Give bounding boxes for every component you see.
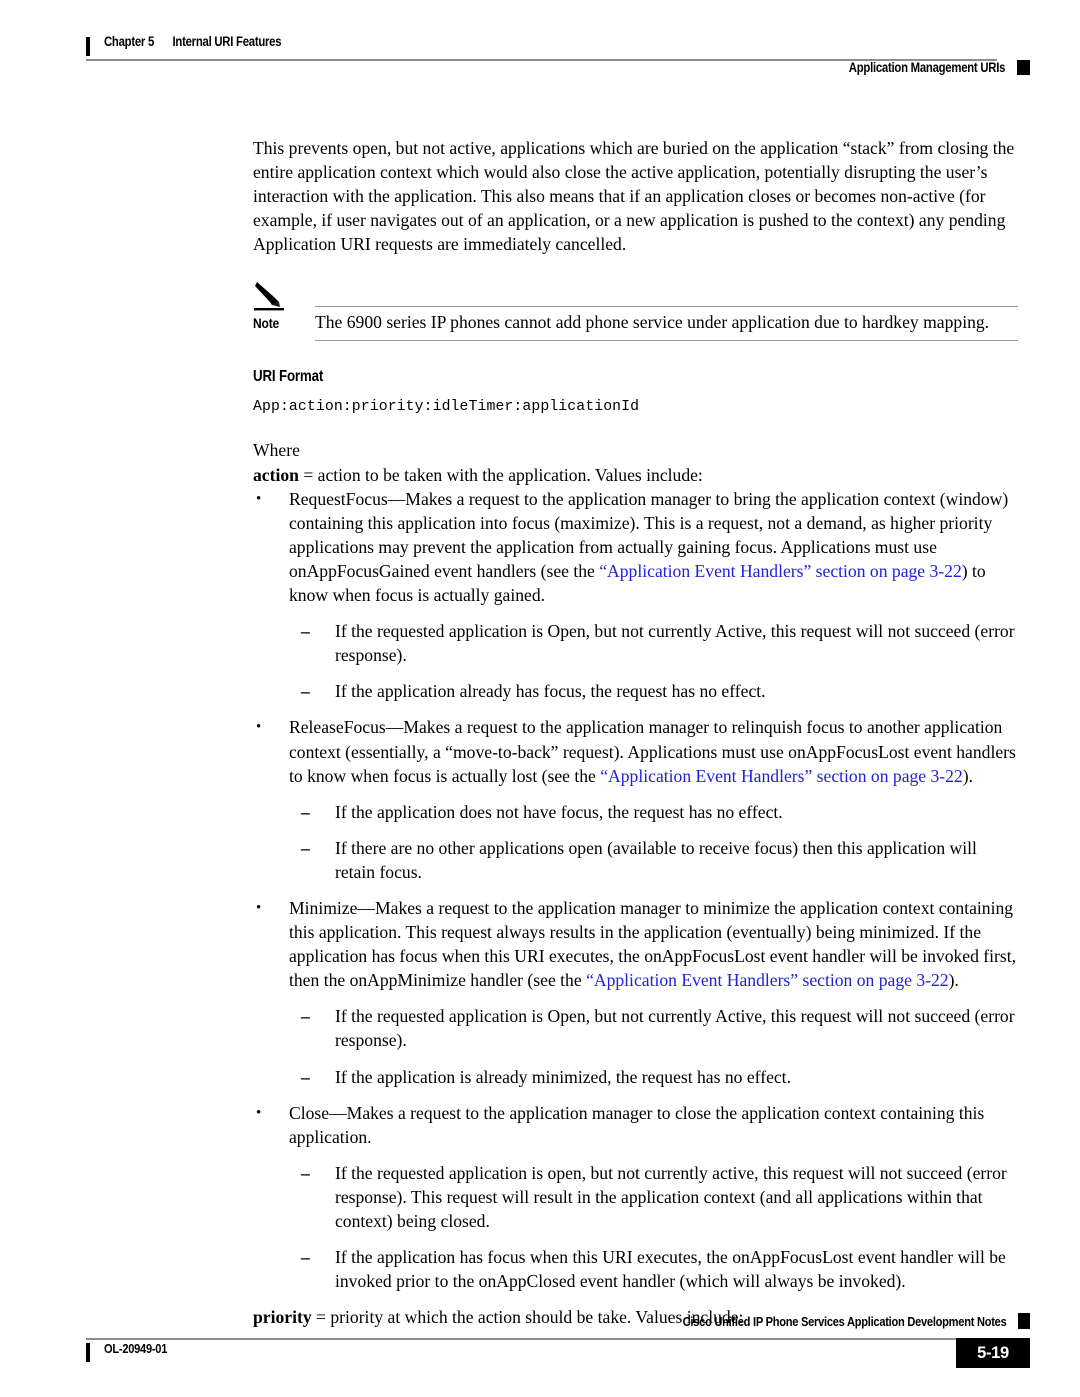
list-item: • RequestFocus—Makes a request to the app… bbox=[253, 487, 1018, 607]
footer-divider bbox=[86, 1338, 971, 1340]
action-definition: action = action to be taken with the app… bbox=[253, 463, 1018, 487]
footer-marker-square-icon bbox=[1018, 1313, 1030, 1329]
bullet-marker-icon: • bbox=[256, 1104, 262, 1121]
pencil-icon bbox=[254, 280, 294, 312]
sub-list-item: – If there are no other applications open… bbox=[299, 836, 1018, 884]
list-item: • Close—Makes a request to the applicatio… bbox=[253, 1101, 1018, 1149]
dash-marker-icon: – bbox=[301, 1006, 310, 1027]
page-footer: Cisco Unified IP Phone Services Applicat… bbox=[86, 1313, 1030, 1373]
header-section-title: Application Management URIs bbox=[848, 60, 1006, 75]
dash-marker-icon: – bbox=[301, 1247, 310, 1268]
sub-list-item: – If the requested application is open, b… bbox=[299, 1161, 1018, 1233]
list-item-text: ). bbox=[962, 765, 974, 786]
footer-document-title: Cisco Unified IP Phone Services Applicat… bbox=[682, 1313, 1006, 1329]
action-term: action bbox=[253, 464, 299, 485]
bullet-marker-icon: • bbox=[256, 719, 262, 736]
header-left-rule bbox=[86, 37, 90, 56]
footer-left-rule bbox=[86, 1343, 90, 1362]
sub-list-item-text: If the application does not have focus, … bbox=[335, 801, 783, 822]
page-header: Chapter 5 Internal URI Features Applicati… bbox=[86, 34, 1030, 80]
list-item-text: Close—Makes a request to the application… bbox=[289, 1102, 985, 1147]
sub-list-item: – If the application is already minimized… bbox=[299, 1065, 1018, 1089]
intro-paragraph: This prevents open, but not active, appl… bbox=[253, 138, 1015, 255]
dash-marker-icon: – bbox=[301, 1162, 310, 1183]
sub-list-item: – If the application has focus when this … bbox=[299, 1245, 1018, 1293]
uri-format-code: App:action:priority:idleTimer:applicatio… bbox=[253, 399, 640, 416]
dash-marker-icon: – bbox=[301, 681, 310, 702]
list-item: • Minimize—Makes a request to the applica… bbox=[253, 896, 1018, 992]
where-label: Where bbox=[253, 440, 300, 461]
page-number-badge: 5-19 bbox=[956, 1338, 1030, 1368]
dash-marker-icon: – bbox=[301, 801, 310, 822]
note-divider-top bbox=[315, 306, 1018, 308]
cross-reference-link[interactable]: “Application Event Handlers” section on … bbox=[586, 970, 949, 990]
sub-list-item-text: If the requested application is open, bu… bbox=[335, 1162, 1007, 1231]
cross-reference-link[interactable]: “Application Event Handlers” section on … bbox=[600, 766, 963, 786]
dash-marker-icon: – bbox=[301, 1066, 310, 1087]
footer-doc-id: OL-20949-01 bbox=[104, 1341, 168, 1356]
page-content: This prevents open, but not active, appl… bbox=[253, 136, 1018, 1329]
header-chapter: Chapter 5 Internal URI Features bbox=[104, 34, 282, 49]
sub-list-item: – If the application does not have focus,… bbox=[299, 800, 1018, 824]
sub-list-item: – If the application already has focus, t… bbox=[299, 679, 1018, 703]
list-item: • ReleaseFocus—Makes a request to the app… bbox=[253, 715, 1018, 787]
bullet-marker-icon: • bbox=[256, 490, 262, 507]
dash-marker-icon: – bbox=[301, 621, 310, 642]
sub-list-item-text: If the requested application is Open, bu… bbox=[335, 621, 1015, 666]
header-marker-square-icon bbox=[1017, 60, 1030, 75]
action-text: = action to be taken with the applicatio… bbox=[298, 464, 703, 485]
action-values-list: • RequestFocus—Makes a request to the app… bbox=[253, 487, 1018, 1294]
bullet-marker-icon: • bbox=[256, 899, 262, 916]
list-item-text: ). bbox=[948, 970, 959, 991]
sub-list-item: – If the requested application is Open, b… bbox=[299, 1004, 1018, 1052]
note-label: Note bbox=[253, 315, 280, 332]
sub-list-item-text: If the application has focus when this U… bbox=[335, 1247, 1006, 1292]
uri-format-heading: URI Format bbox=[253, 368, 324, 386]
cross-reference-link[interactable]: “Application Event Handlers” section on … bbox=[599, 561, 962, 581]
footer-title-row: Cisco Unified IP Phone Services Applicat… bbox=[621, 1313, 1030, 1329]
note-divider-bottom bbox=[315, 340, 1018, 342]
sub-list-item-text: If there are no other applications open … bbox=[335, 837, 977, 882]
header-section: Application Management URIs bbox=[819, 60, 1030, 75]
sub-list-item: – If the requested application is Open, b… bbox=[299, 619, 1018, 667]
header-chapter-number: Chapter 5 bbox=[104, 34, 155, 49]
note-admonition: Note The 6900 series IP phones cannot ad… bbox=[253, 280, 1018, 346]
sub-list-item-text: If the requested application is Open, bu… bbox=[335, 1006, 1015, 1051]
document-page: Chapter 5 Internal URI Features Applicati… bbox=[0, 0, 1080, 1397]
sub-list-item-text: If the application already has focus, th… bbox=[335, 681, 766, 702]
note-text: The 6900 series IP phones cannot add pho… bbox=[315, 312, 990, 333]
dash-marker-icon: – bbox=[301, 837, 310, 858]
sub-list-item-text: If the application is already minimized,… bbox=[335, 1066, 791, 1087]
header-chapter-title: Internal URI Features bbox=[172, 34, 282, 49]
